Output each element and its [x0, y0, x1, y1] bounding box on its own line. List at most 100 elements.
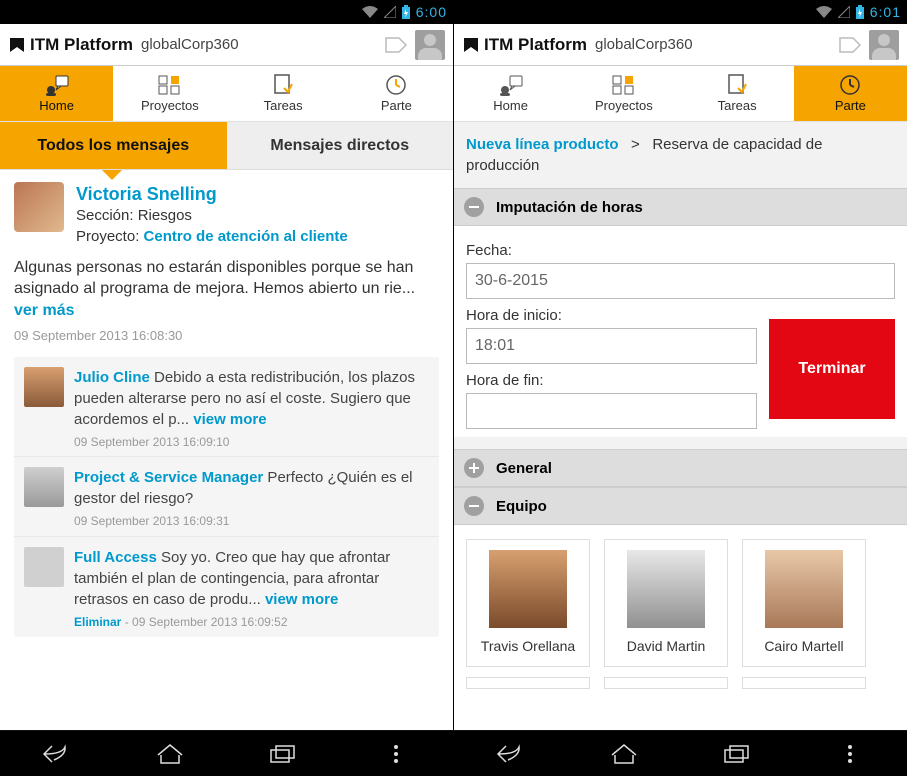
post-body: Algunas personas no estarán disponibles … [14, 257, 439, 322]
reply-author[interactable]: Full Access [74, 549, 157, 566]
reply-avatar[interactable] [24, 547, 64, 587]
author-avatar[interactable] [14, 182, 64, 232]
tab-all-messages[interactable]: Todos los mensajes [0, 122, 227, 169]
tab-tareas[interactable]: Tareas [227, 66, 340, 121]
org-label: globalCorp360 [141, 36, 239, 53]
message-feed: Victoria Snelling Sección: Riesgos Proye… [0, 170, 453, 730]
breadcrumb-link[interactable]: Nueva línea producto [466, 136, 619, 153]
collapse-icon [464, 197, 484, 217]
project-link[interactable]: Centro de atención al cliente [144, 228, 348, 245]
tab-label: Parte [381, 98, 412, 113]
tab-label: Tareas [264, 98, 303, 113]
section-imputacion[interactable]: Imputación de horas [454, 188, 907, 226]
reply-timestamp: 09 September 2013 16:09:52 [132, 615, 287, 629]
member-name: Cairo Martell [764, 638, 843, 654]
back-button[interactable] [490, 736, 532, 772]
reply-author[interactable]: Julio Cline [74, 369, 150, 386]
clock-text: 6:01 [870, 4, 901, 20]
expand-icon [464, 458, 484, 478]
user-avatar[interactable] [869, 30, 899, 60]
reply-more-link[interactable]: view more [193, 411, 266, 428]
team-grid: Travis Orellana David Martin Cairo Marte… [454, 525, 907, 667]
tag-icon[interactable] [385, 37, 405, 53]
tab-home[interactable]: Home [454, 66, 567, 121]
breadcrumb: Nueva línea producto > Reserva de capaci… [454, 122, 907, 188]
tab-label: Parte [835, 98, 866, 113]
recent-button[interactable] [262, 736, 304, 772]
projects-icon [612, 74, 636, 96]
section-general[interactable]: General [454, 449, 907, 487]
app-bar: ITM Platform globalCorp360 [0, 24, 453, 66]
back-button[interactable] [36, 736, 78, 772]
tab-parte[interactable]: Parte [794, 66, 907, 121]
tab-tareas[interactable]: Tareas [681, 66, 794, 121]
app-logo: ITM Platform [8, 35, 133, 55]
member-photo [627, 550, 705, 628]
projects-icon [158, 74, 182, 96]
reply-avatar[interactable] [24, 467, 64, 507]
menu-button[interactable] [829, 736, 871, 772]
tab-parte[interactable]: Parte [340, 66, 453, 121]
cell-icon [384, 6, 396, 18]
fecha-input[interactable] [466, 263, 895, 299]
reply-item: Project & Service Manager Perfecto ¿Quié… [14, 456, 439, 536]
terminar-button[interactable]: Terminar [769, 319, 895, 419]
see-more-link[interactable]: ver más [14, 302, 75, 319]
home-icon [44, 74, 70, 96]
reply-author[interactable]: Project & Service Manager [74, 469, 263, 486]
home-icon [498, 74, 524, 96]
member-photo [489, 550, 567, 628]
recent-button[interactable] [716, 736, 758, 772]
reply-item: Full Access Soy yo. Creo que hay que afr… [14, 536, 439, 637]
member-card[interactable]: Cairo Martell [742, 539, 866, 667]
member-name: David Martin [627, 638, 706, 654]
brand-suffix: Platform [64, 35, 133, 54]
clock-icon [839, 74, 861, 96]
collapse-icon [464, 496, 484, 516]
section-line: Sección: Riesgos [76, 206, 348, 226]
brand-prefix: ITM [30, 35, 59, 54]
logo-icon [462, 36, 480, 54]
inicio-input[interactable] [466, 328, 757, 364]
menu-button[interactable] [375, 736, 417, 772]
main-tabs: Home Proyectos Tareas Parte [0, 66, 453, 122]
brand-prefix: ITM [484, 35, 513, 54]
tasks-icon [272, 74, 294, 96]
member-card[interactable] [604, 677, 728, 689]
reply-more-link[interactable]: view more [265, 591, 338, 608]
main-tabs: Home Proyectos Tareas Parte [454, 66, 907, 122]
home-button[interactable] [149, 736, 191, 772]
member-card[interactable]: Travis Orellana [466, 539, 590, 667]
android-nav-bar [454, 730, 907, 776]
reply-avatar[interactable] [24, 367, 64, 407]
tab-label: Proyectos [141, 98, 199, 113]
message-filter-tabs: Todos los mensajes Mensajes directos [0, 122, 453, 170]
member-photo [765, 550, 843, 628]
battery-icon [402, 5, 410, 19]
app-bar: ITM Platform globalCorp360 [454, 24, 907, 66]
section-title: General [496, 460, 552, 477]
delete-link[interactable]: Eliminar [74, 615, 121, 629]
tab-label: Home [493, 98, 528, 113]
inicio-label: Hora de inicio: [466, 307, 757, 324]
author-name[interactable]: Victoria Snelling [76, 182, 348, 206]
tab-direct-messages[interactable]: Mensajes directos [227, 122, 454, 169]
tab-home[interactable]: Home [0, 66, 113, 121]
tab-proyectos[interactable]: Proyectos [567, 66, 680, 121]
section-equipo[interactable]: Equipo [454, 487, 907, 525]
tab-proyectos[interactable]: Proyectos [113, 66, 226, 121]
section-title: Imputación de horas [496, 199, 643, 216]
project-line: Proyecto: Centro de atención al cliente [76, 227, 348, 247]
status-bar: 6:00 [0, 0, 453, 24]
fin-label: Hora de fin: [466, 372, 757, 389]
post-timestamp: 09 September 2013 16:08:30 [14, 328, 439, 343]
fin-input[interactable] [466, 393, 757, 429]
battery-icon [856, 5, 864, 19]
user-avatar[interactable] [415, 30, 445, 60]
tag-icon[interactable] [839, 37, 859, 53]
member-card[interactable] [742, 677, 866, 689]
member-card[interactable] [466, 677, 590, 689]
home-button[interactable] [603, 736, 645, 772]
member-card[interactable]: David Martin [604, 539, 728, 667]
replies-list: Julio Cline Debido a esta redistribución… [14, 357, 439, 637]
